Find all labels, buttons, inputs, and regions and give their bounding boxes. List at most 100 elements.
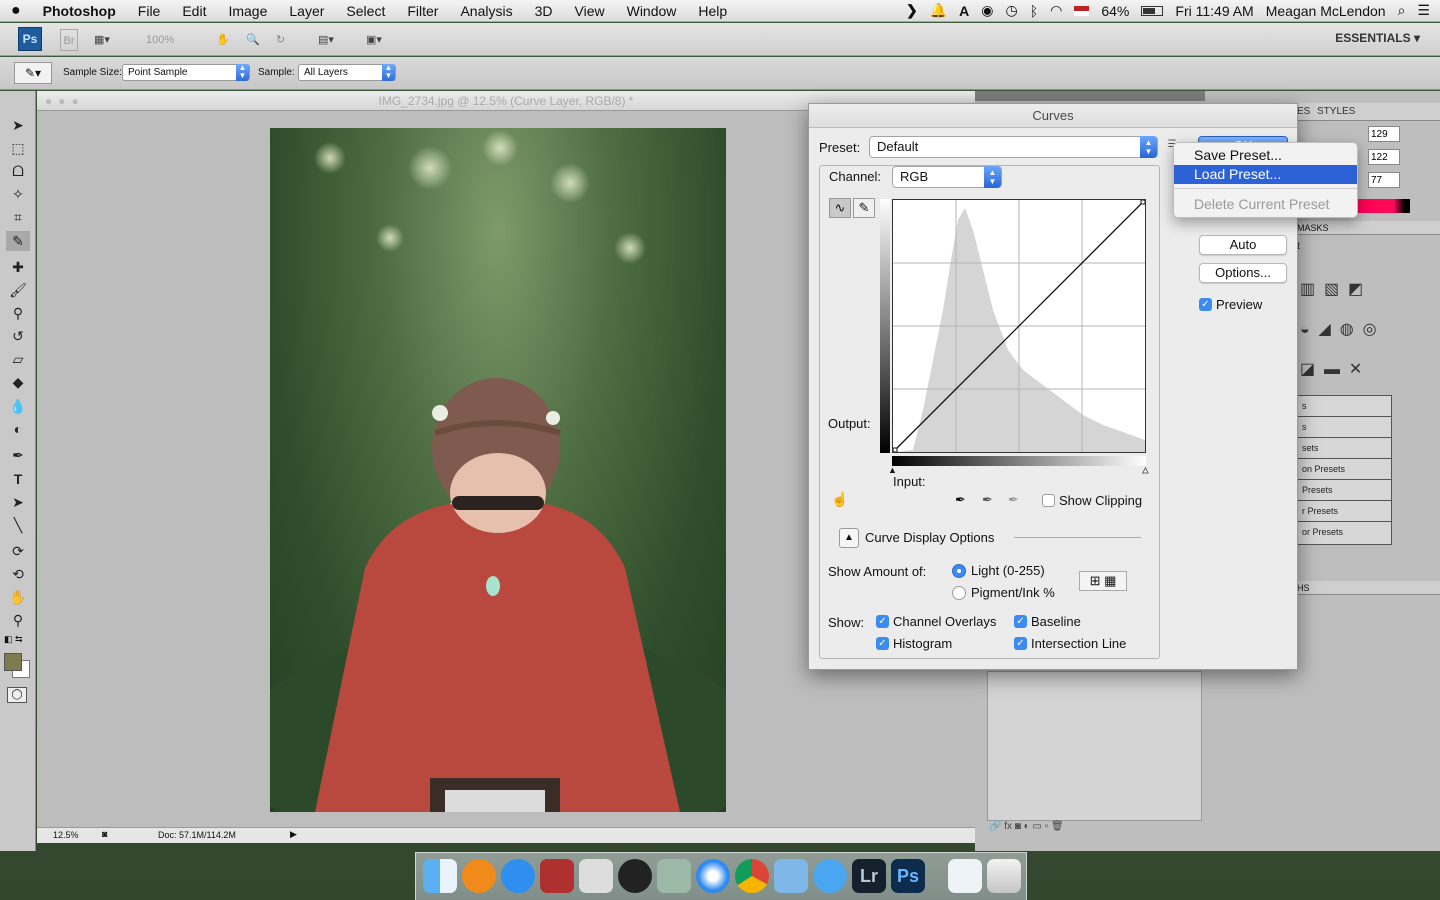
dashboard-icon[interactable]: [618, 859, 652, 893]
menu-layer[interactable]: Layer: [278, 3, 335, 19]
blue-value-field[interactable]: [1368, 172, 1400, 188]
grid-size-toggle[interactable]: ⊞ ▦: [1079, 571, 1127, 591]
sample-size-select[interactable]: Point Sample ▲ ▼: [122, 64, 250, 81]
histogram-checkbox[interactable]: ✓: [876, 637, 889, 650]
line-tool-icon[interactable]: ╲: [6, 515, 30, 535]
workspace-switcher[interactable]: ESSENTIALS ▾: [1335, 31, 1420, 45]
adjustment-icons-row2[interactable]: ◒ ◢ ◍ ◎: [1300, 319, 1377, 339]
safari-icon[interactable]: [696, 859, 730, 893]
show-clipping-checkbox[interactable]: [1042, 494, 1055, 507]
trash-icon[interactable]: [987, 859, 1021, 893]
lasso-tool-icon[interactable]: ᗝ: [6, 161, 30, 181]
white-point-slider-icon[interactable]: ▲: [1141, 465, 1151, 476]
green-value-field[interactable]: [1368, 149, 1400, 165]
spotlight-icon[interactable]: ⌕: [1398, 2, 1406, 19]
menu-item-save-preset[interactable]: Save Preset...: [1174, 146, 1357, 165]
quick-mask-icon[interactable]: ◯: [7, 687, 27, 703]
menu-help[interactable]: Help: [687, 3, 738, 19]
window-controls-icon[interactable]: ●●●: [45, 91, 85, 111]
menu-file[interactable]: File: [127, 3, 172, 19]
list-item[interactable]: Presets: [1298, 480, 1391, 501]
menu-window[interactable]: Window: [616, 3, 688, 19]
on-image-adjust-icon[interactable]: ☝: [831, 491, 848, 508]
move-tool-icon[interactable]: ➤: [6, 115, 30, 135]
list-item[interactable]: r Presets: [1298, 501, 1391, 522]
menu-filter[interactable]: Filter: [396, 3, 449, 19]
zoom-tool-icon[interactable]: 🔍: [246, 29, 260, 51]
tab-paths[interactable]: HS: [1297, 583, 1310, 593]
screen-mode-icon[interactable]: ▣▾: [366, 29, 382, 51]
layers-footer-icons[interactable]: 🔗 fx ◙ ◐ ▭ ▫ 🗑: [989, 821, 1202, 835]
menu-view[interactable]: View: [564, 3, 616, 19]
light-radio[interactable]: [952, 564, 966, 578]
channel-select[interactable]: RGB ▲ ▼: [892, 166, 1002, 188]
user-name[interactable]: Meagan McLendon: [1266, 3, 1386, 19]
red-value-field[interactable]: [1368, 126, 1400, 142]
auto-button[interactable]: Auto: [1199, 235, 1287, 255]
eyedropper-tool-icon[interactable]: ✎: [6, 231, 30, 251]
healing-brush-tool-icon[interactable]: ✚: [6, 257, 30, 277]
font-icon[interactable]: A: [959, 3, 969, 19]
time-machine-icon[interactable]: ◷: [1006, 2, 1018, 19]
curve-graph[interactable]: [892, 199, 1146, 453]
crop-tool-icon[interactable]: ⌗: [6, 207, 30, 227]
foreground-color-swatch[interactable]: [4, 653, 22, 671]
menu-image[interactable]: Image: [217, 3, 278, 19]
bridge-button[interactable]: Br: [60, 29, 78, 51]
options-button[interactable]: Options...: [1199, 263, 1287, 283]
tab-swatches[interactable]: ES: [1297, 106, 1310, 117]
menu-analysis[interactable]: Analysis: [449, 3, 523, 19]
list-item[interactable]: s: [1298, 417, 1391, 438]
disclosure-triangle-icon[interactable]: ▲: [839, 528, 859, 548]
view-extras-button[interactable]: ▦▾: [94, 29, 110, 51]
white-eyedropper-icon[interactable]: ✒: [1008, 492, 1019, 508]
brush-tool-icon[interactable]: 🖌: [6, 280, 30, 300]
list-item[interactable]: sets: [1298, 438, 1391, 459]
paint-bucket-tool-icon[interactable]: ◆: [6, 372, 30, 392]
list-item[interactable]: on Presets: [1298, 459, 1391, 480]
preview-checkbox[interactable]: ✓: [1199, 298, 1212, 311]
default-colors-icon[interactable]: ◧ ⇆: [4, 634, 23, 645]
status-info-icon[interactable]: ◙: [102, 829, 107, 839]
clone-stamp-tool-icon[interactable]: ⚲: [6, 303, 30, 323]
baseline-checkbox[interactable]: ✓: [1014, 615, 1027, 628]
menu-app[interactable]: Photoshop: [32, 3, 127, 19]
image-capture-icon[interactable]: [657, 859, 691, 893]
preview-app-icon[interactable]: [579, 859, 613, 893]
intersection-line-checkbox[interactable]: ✓: [1014, 637, 1027, 650]
pigment-radio[interactable]: [952, 586, 966, 600]
menu-edit[interactable]: Edit: [171, 3, 217, 19]
iwork-icon[interactable]: [774, 859, 808, 893]
adjustment-icons-row1[interactable]: ▥ ▧ ◩: [1300, 279, 1363, 299]
color-ramp[interactable]: [1355, 199, 1410, 213]
lightroom-icon[interactable]: Lr: [852, 859, 886, 893]
eyedropper-preset-icon[interactable]: ✎▾: [14, 62, 52, 84]
zoom-tool-icon[interactable]: ⚲: [6, 610, 30, 630]
3d-orbit-tool-icon[interactable]: ⟲: [6, 564, 30, 584]
quick-select-tool-icon[interactable]: ✧: [6, 184, 30, 204]
notification-center-icon[interactable]: ☰: [1417, 2, 1430, 19]
hand-tool-icon[interactable]: ✋: [6, 587, 30, 607]
rotate-view-icon[interactable]: ↻: [276, 29, 285, 51]
path-selection-tool-icon[interactable]: ➤: [6, 492, 30, 512]
preset-select[interactable]: Default ▲ ▼: [869, 136, 1158, 158]
battery-icon[interactable]: [1141, 5, 1164, 16]
black-eyedropper-icon[interactable]: ✒: [955, 492, 966, 508]
adjustment-icons-row3[interactable]: ◪ ▬ ✕: [1300, 359, 1362, 379]
status-menu-arrow-icon[interactable]: ▶: [290, 829, 297, 840]
flag-icon[interactable]: [1074, 5, 1090, 16]
chevron-right-icon[interactable]: ❯: [906, 2, 918, 19]
app-store-icon[interactable]: [501, 859, 535, 893]
tab-masks[interactable]: MASKS: [1297, 223, 1329, 233]
chrome-icon[interactable]: [735, 859, 769, 893]
blur-tool-icon[interactable]: 💧: [6, 396, 30, 416]
menu-item-load-preset[interactable]: Load Preset...: [1174, 165, 1357, 184]
bluetooth-icon[interactable]: ᛒ: [1030, 3, 1038, 19]
marquee-tool-icon[interactable]: ⬚: [6, 138, 30, 158]
menu-3d[interactable]: 3D: [524, 3, 564, 19]
ibooks-icon[interactable]: [462, 859, 496, 893]
bell-icon[interactable]: 🔔: [930, 2, 947, 19]
list-item[interactable]: s: [1298, 396, 1391, 417]
3d-rotate-tool-icon[interactable]: ⟳: [6, 541, 30, 561]
hand-tool-icon[interactable]: ✋: [216, 29, 230, 51]
